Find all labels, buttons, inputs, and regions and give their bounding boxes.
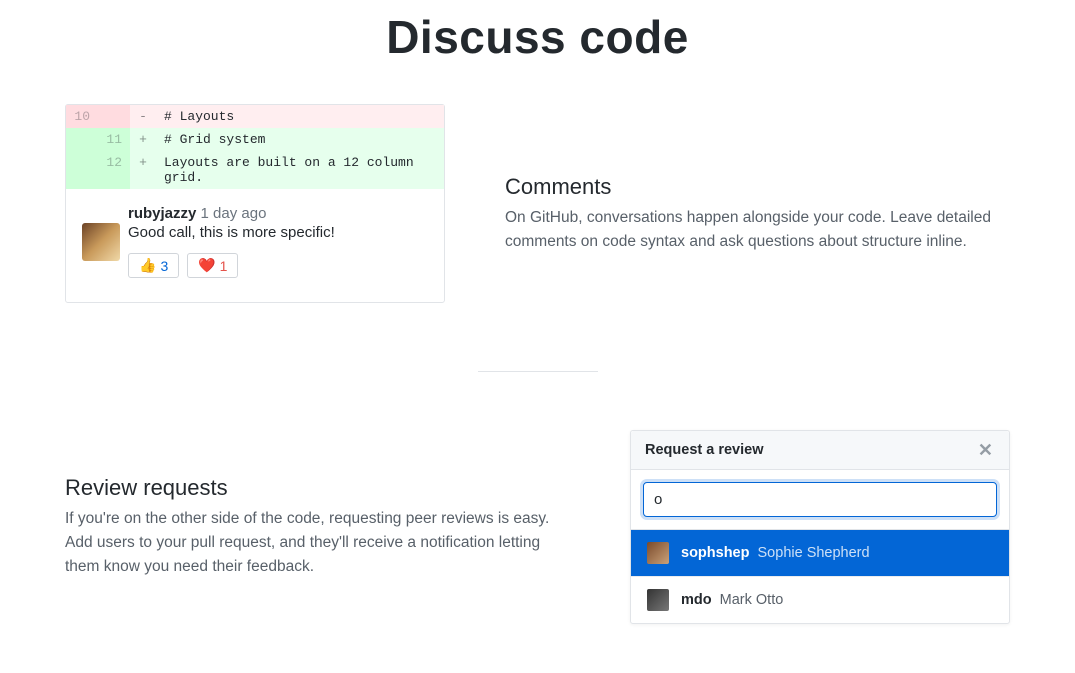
avatar bbox=[647, 589, 669, 611]
comment-timestamp: 1 day ago bbox=[201, 205, 267, 222]
reaction-count: 3 bbox=[160, 258, 168, 274]
diff-row-addition: 11 + # Grid system bbox=[66, 128, 444, 151]
comment-text: Good call, this is more specific! bbox=[128, 224, 428, 241]
close-icon[interactable]: ✕ bbox=[976, 441, 995, 459]
new-line-number bbox=[98, 105, 130, 128]
diff-sign: + bbox=[130, 151, 156, 189]
reviewer-search-input[interactable] bbox=[643, 482, 997, 517]
avatar bbox=[647, 542, 669, 564]
reviewer-realname: Mark Otto bbox=[720, 592, 784, 608]
heart-icon: ❤️ bbox=[198, 257, 215, 274]
reviews-heading: Review requests bbox=[65, 475, 570, 501]
reaction-thumbs-up[interactable]: 👍 3 bbox=[128, 253, 179, 278]
diff-code: # Grid system bbox=[156, 128, 444, 151]
old-line-number: 10 bbox=[66, 105, 98, 128]
reviews-description: If you're on the other side of the code,… bbox=[65, 507, 570, 579]
reviewer-username: mdo bbox=[681, 592, 712, 608]
comments-heading: Comments bbox=[505, 174, 1010, 200]
reviewer-result-mdo[interactable]: mdo Mark Otto bbox=[631, 577, 1009, 623]
diff-sign: + bbox=[130, 128, 156, 151]
avatar bbox=[82, 223, 120, 261]
old-line-number bbox=[66, 151, 98, 189]
section-divider bbox=[478, 371, 598, 372]
comments-description: On GitHub, conversations happen alongsid… bbox=[505, 206, 1010, 254]
diff-card: 10 - # Layouts 11 + # Grid system 12 + L… bbox=[65, 104, 445, 303]
popover-title: Request a review bbox=[645, 442, 763, 458]
request-review-popover: Request a review ✕ sophshep Sophie Sheph… bbox=[630, 430, 1010, 624]
diff-row-addition: 12 + Layouts are built on a 12 column gr… bbox=[66, 151, 444, 189]
old-line-number bbox=[66, 128, 98, 151]
diff-row-deletion: 10 - # Layouts bbox=[66, 105, 444, 128]
diff-sign: - bbox=[130, 105, 156, 128]
reaction-count: 1 bbox=[220, 258, 228, 274]
diff-code: # Layouts bbox=[156, 105, 444, 128]
new-line-number: 12 bbox=[98, 151, 130, 189]
reaction-heart[interactable]: ❤️ 1 bbox=[187, 253, 238, 278]
thumbs-up-icon: 👍 bbox=[139, 257, 156, 274]
reviewer-username: sophshep bbox=[681, 545, 749, 561]
comment-author[interactable]: rubyjazzy bbox=[128, 205, 196, 222]
page-title: Discuss code bbox=[0, 0, 1075, 104]
reviewer-result-sophshep[interactable]: sophshep Sophie Shepherd bbox=[631, 530, 1009, 577]
review-comment: rubyjazzy 1 day ago Good call, this is m… bbox=[66, 189, 444, 302]
new-line-number: 11 bbox=[98, 128, 130, 151]
diff-code: Layouts are built on a 12 column grid. bbox=[156, 151, 444, 189]
reviewer-realname: Sophie Shepherd bbox=[758, 545, 870, 561]
diff-table: 10 - # Layouts 11 + # Grid system 12 + L… bbox=[66, 105, 444, 189]
